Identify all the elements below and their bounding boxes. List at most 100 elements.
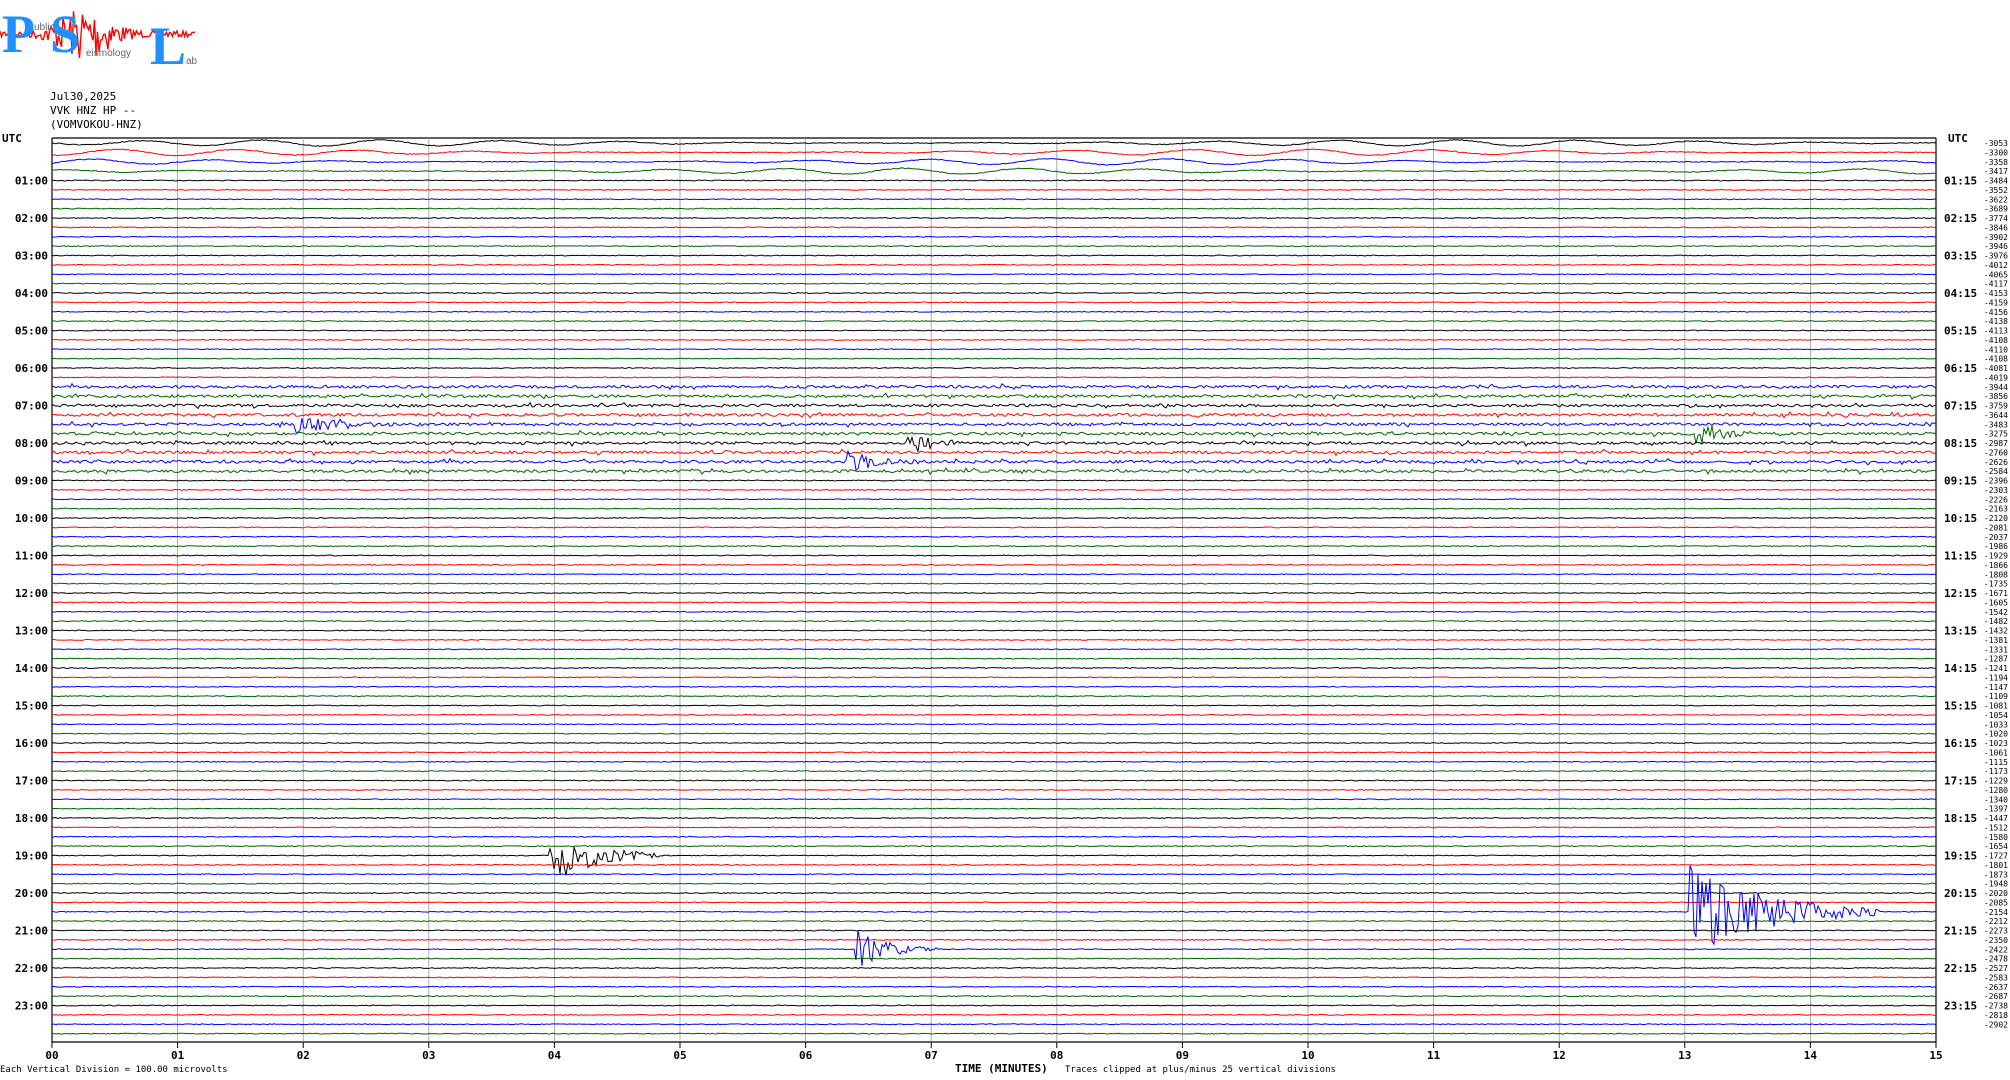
row-offset-29: -3644 [1984, 411, 2008, 420]
trace-row-67 [51, 770, 1937, 773]
y-hour-label-17:00: 17:00 [15, 775, 48, 788]
trace-row-91 [51, 995, 1937, 998]
trace-row-26 [51, 382, 1937, 391]
trace-row-40 [51, 517, 1937, 519]
row-offset-51: -1482 [1984, 617, 2008, 626]
row-offset-84: -2273 [1984, 927, 2008, 936]
trace-row-51 [51, 620, 1937, 623]
x-tick-label-12: 12 [1553, 1049, 1566, 1062]
trace-row-78 [51, 873, 1937, 876]
trace-row-22 [51, 348, 1937, 351]
trace-row-29 [51, 411, 1937, 419]
row-offset-14: -4065 [1984, 270, 2008, 279]
trace-row-53 [51, 638, 1937, 641]
y-hour-label-16:00: 16:00 [15, 737, 48, 750]
y-hour-label-right-10:15: 10:15 [1944, 512, 1977, 525]
row-offset-42: -2037 [1984, 533, 2008, 542]
row-offset-5: -3552 [1984, 186, 2008, 195]
x-tick-label-08: 08 [1050, 1049, 1063, 1062]
row-offset-20: -4113 [1984, 327, 2008, 336]
row-offset-47: -1735 [1984, 580, 2008, 589]
trace-row-85 [51, 938, 1937, 941]
trace-row-71 [51, 807, 1937, 810]
y-hour-label-right-01:15: 01:15 [1944, 175, 1977, 188]
y-hour-label-right-15:15: 15:15 [1944, 700, 1977, 713]
x-tick-label-14: 14 [1804, 1049, 1818, 1062]
trace-row-9 [51, 226, 1936, 229]
row-offset-94: -2902 [1984, 1020, 2008, 1029]
trace-row-77 [51, 863, 1937, 866]
y-hour-label-06:00: 06:00 [15, 362, 48, 375]
trace-row-58 [51, 685, 1937, 688]
y-hour-label-right-12:15: 12:15 [1944, 587, 1977, 600]
trace-row-7 [51, 207, 1937, 210]
y-hour-label-13:00: 13:00 [15, 625, 48, 638]
row-offset-34: -2626 [1984, 458, 2008, 467]
row-offset-64: -1023 [1984, 739, 2008, 748]
x-tick-label-02: 02 [297, 1049, 310, 1062]
trace-row-24 [51, 367, 1937, 369]
row-offset-82: -2154 [1984, 908, 2008, 917]
y-hour-label-right-13:15: 13:15 [1944, 625, 1977, 638]
row-offset-55: -1287 [1984, 655, 2008, 664]
row-offset-39: -2163 [1984, 505, 2008, 514]
y-hour-label-18:00: 18:00 [15, 812, 48, 825]
trace-row-76 [51, 846, 1937, 876]
x-tick-label-13: 13 [1678, 1049, 1691, 1062]
trace-row-79 [51, 882, 1937, 885]
y-hour-label-right-22:15: 22:15 [1944, 962, 1977, 975]
row-offset-40: -2120 [1984, 514, 2008, 523]
trace-row-25 [51, 376, 1937, 379]
row-offset-87: -2478 [1984, 955, 2008, 964]
trace-row-43 [51, 545, 1937, 548]
trace-row-48 [51, 592, 1937, 594]
trace-row-6 [51, 198, 1937, 201]
x-tick-label-07: 07 [925, 1049, 938, 1062]
x-tick-label-04: 04 [548, 1049, 562, 1062]
trace-row-57 [51, 676, 1937, 679]
trace-row-87 [51, 957, 1937, 960]
x-tick-label-00: 00 [45, 1049, 58, 1062]
trace-row-60 [51, 704, 1937, 707]
row-offset-76: -1727 [1984, 852, 2008, 861]
trace-row-88 [52, 967, 1937, 969]
trace-row-4 [51, 179, 1937, 182]
trace-row-86 [51, 930, 1937, 966]
trace-row-8 [51, 217, 1937, 219]
trace-row-89 [51, 976, 1937, 979]
trace-row-47 [51, 582, 1937, 585]
row-offset-58: -1147 [1984, 683, 2008, 692]
trace-row-68 [51, 779, 1937, 782]
x-tick-label-01: 01 [171, 1049, 185, 1062]
x-tick-label-10: 10 [1301, 1049, 1314, 1062]
y-hour-label-right-17:15: 17:15 [1944, 775, 1977, 788]
row-offset-38: -2226 [1984, 495, 2008, 504]
row-offset-93: -2818 [1984, 1011, 2008, 1020]
row-offset-15: -4117 [1984, 280, 2008, 289]
y-hour-label-22:00: 22:00 [15, 962, 48, 975]
trace-row-14 [51, 273, 1937, 276]
row-offset-89: -2583 [1984, 973, 2008, 982]
trace-row-32 [51, 435, 1937, 452]
trace-row-56 [51, 667, 1937, 669]
x-tick-label-05: 05 [673, 1049, 686, 1062]
trace-row-70 [51, 798, 1937, 801]
row-offset-26: -3944 [1984, 383, 2008, 392]
row-offset-72: -1447 [1984, 814, 2008, 823]
trace-row-31 [51, 425, 1937, 444]
row-offset-80: -2020 [1984, 889, 2008, 898]
y-hour-label-right-06:15: 06:15 [1944, 362, 1977, 375]
row-offset-67: -1173 [1984, 767, 2008, 776]
trace-row-35 [51, 467, 1937, 476]
left-utc-label: UTC [2, 132, 22, 145]
row-offset-61: -1054 [1984, 711, 2008, 720]
trace-row-80 [51, 892, 1937, 894]
y-hour-label-19:00: 19:00 [15, 850, 48, 863]
y-hour-label-14:00: 14:00 [15, 662, 48, 675]
row-offset-68: -1229 [1984, 777, 2008, 786]
trace-row-81 [51, 901, 1937, 904]
row-offset-37: -2303 [1984, 486, 2008, 495]
x-tick-label-11: 11 [1427, 1049, 1441, 1062]
trace-row-69 [51, 788, 1937, 791]
row-offset-56: -1241 [1984, 664, 2008, 673]
